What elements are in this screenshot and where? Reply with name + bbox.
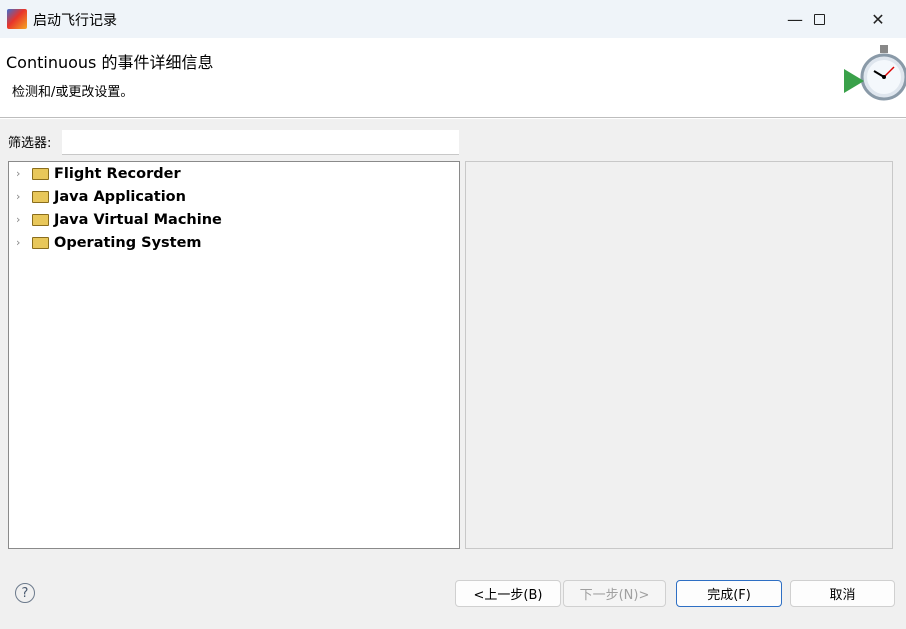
- title-bar: 启动飞行记录 — ✕: [0, 0, 906, 38]
- next-button[interactable]: 下一步(N)>: [563, 580, 666, 607]
- detail-panel: [465, 161, 893, 549]
- filter-input[interactable]: [62, 130, 459, 155]
- cancel-button[interactable]: 取消: [790, 580, 895, 607]
- tree-item-operating-system[interactable]: › Operating System: [9, 231, 459, 254]
- close-button[interactable]: ✕: [855, 0, 901, 38]
- wizard-footer: ? <上一步(B) 下一步(N)> 完成(F) 取消: [0, 560, 906, 629]
- filter-label: 筛选器:: [8, 136, 52, 151]
- tree-item-label: Java Application: [54, 188, 186, 205]
- back-button[interactable]: <上一步(B): [455, 580, 561, 607]
- chevron-right-icon[interactable]: ›: [16, 167, 20, 180]
- chevron-right-icon[interactable]: ›: [16, 190, 20, 203]
- app-icon: [7, 9, 27, 29]
- tree-item-label: Operating System: [54, 234, 202, 251]
- wizard-body: 筛选器: › Flight Recorder › Java Applicatio…: [0, 119, 906, 560]
- tree-item-flight-recorder[interactable]: › Flight Recorder: [9, 162, 459, 185]
- folder-icon: [32, 213, 49, 226]
- wizard-header: Continuous 的事件详细信息 检测和/或更改设置。: [0, 38, 906, 118]
- help-icon[interactable]: ?: [15, 583, 35, 603]
- maximize-button[interactable]: [796, 0, 842, 38]
- tree-item-label: Flight Recorder: [54, 165, 181, 182]
- tree-item-java-virtual-machine[interactable]: › Java Virtual Machine: [9, 208, 459, 231]
- tree-item-java-application[interactable]: › Java Application: [9, 185, 459, 208]
- event-tree[interactable]: › Flight Recorder › Java Application › J…: [8, 161, 460, 549]
- folder-icon: [32, 190, 49, 203]
- close-icon: ✕: [871, 9, 885, 29]
- folder-icon: [32, 167, 49, 180]
- chevron-right-icon[interactable]: ›: [16, 236, 20, 249]
- finish-button[interactable]: 完成(F): [676, 580, 782, 607]
- page-description: 检测和/或更改设置。: [12, 85, 134, 100]
- folder-icon: [32, 236, 49, 249]
- stopwatch-play-icon: [844, 45, 906, 101]
- page-title: Continuous 的事件详细信息: [6, 53, 214, 72]
- window-title: 启动飞行记录: [33, 13, 117, 29]
- tree-item-label: Java Virtual Machine: [54, 211, 222, 228]
- maximize-icon: [813, 13, 825, 25]
- chevron-right-icon[interactable]: ›: [16, 213, 20, 226]
